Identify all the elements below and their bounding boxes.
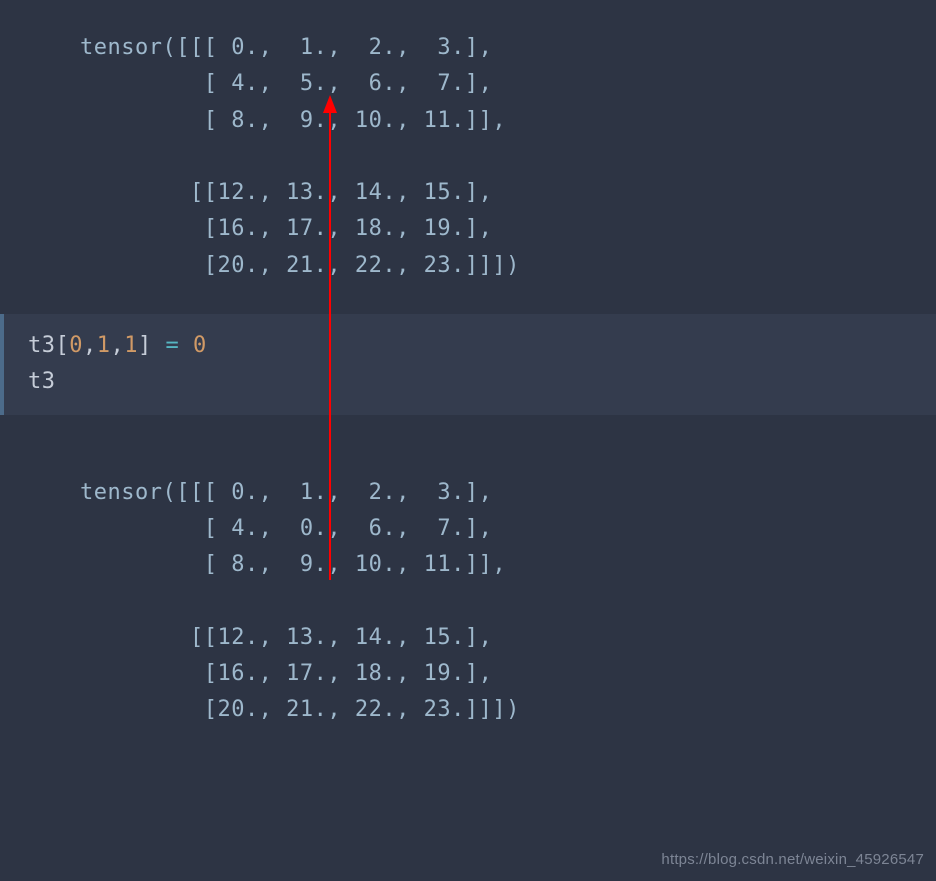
output-cell-2: tensor([[[ 0., 1., 2., 3.], [ 4., 0., 6.… xyxy=(0,415,936,759)
index-0: 0 xyxy=(69,333,83,358)
code-line-1: t3[0,1,1] = 0 xyxy=(28,328,936,364)
index-2: 1 xyxy=(124,333,138,358)
assign-value: 0 xyxy=(193,333,207,358)
watermark-text: https://blog.csdn.net/weixin_45926547 xyxy=(661,848,924,873)
output-cell-1: tensor([[[ 0., 1., 2., 3.], [ 4., 5., 6.… xyxy=(0,0,936,314)
assign-operator: = xyxy=(166,333,180,358)
code-line-2: t3 xyxy=(28,364,936,400)
var-name: t3 xyxy=(28,333,56,358)
input-cell[interactable]: t3[0,1,1] = 0 t3 xyxy=(0,314,936,415)
index-1: 1 xyxy=(97,333,111,358)
